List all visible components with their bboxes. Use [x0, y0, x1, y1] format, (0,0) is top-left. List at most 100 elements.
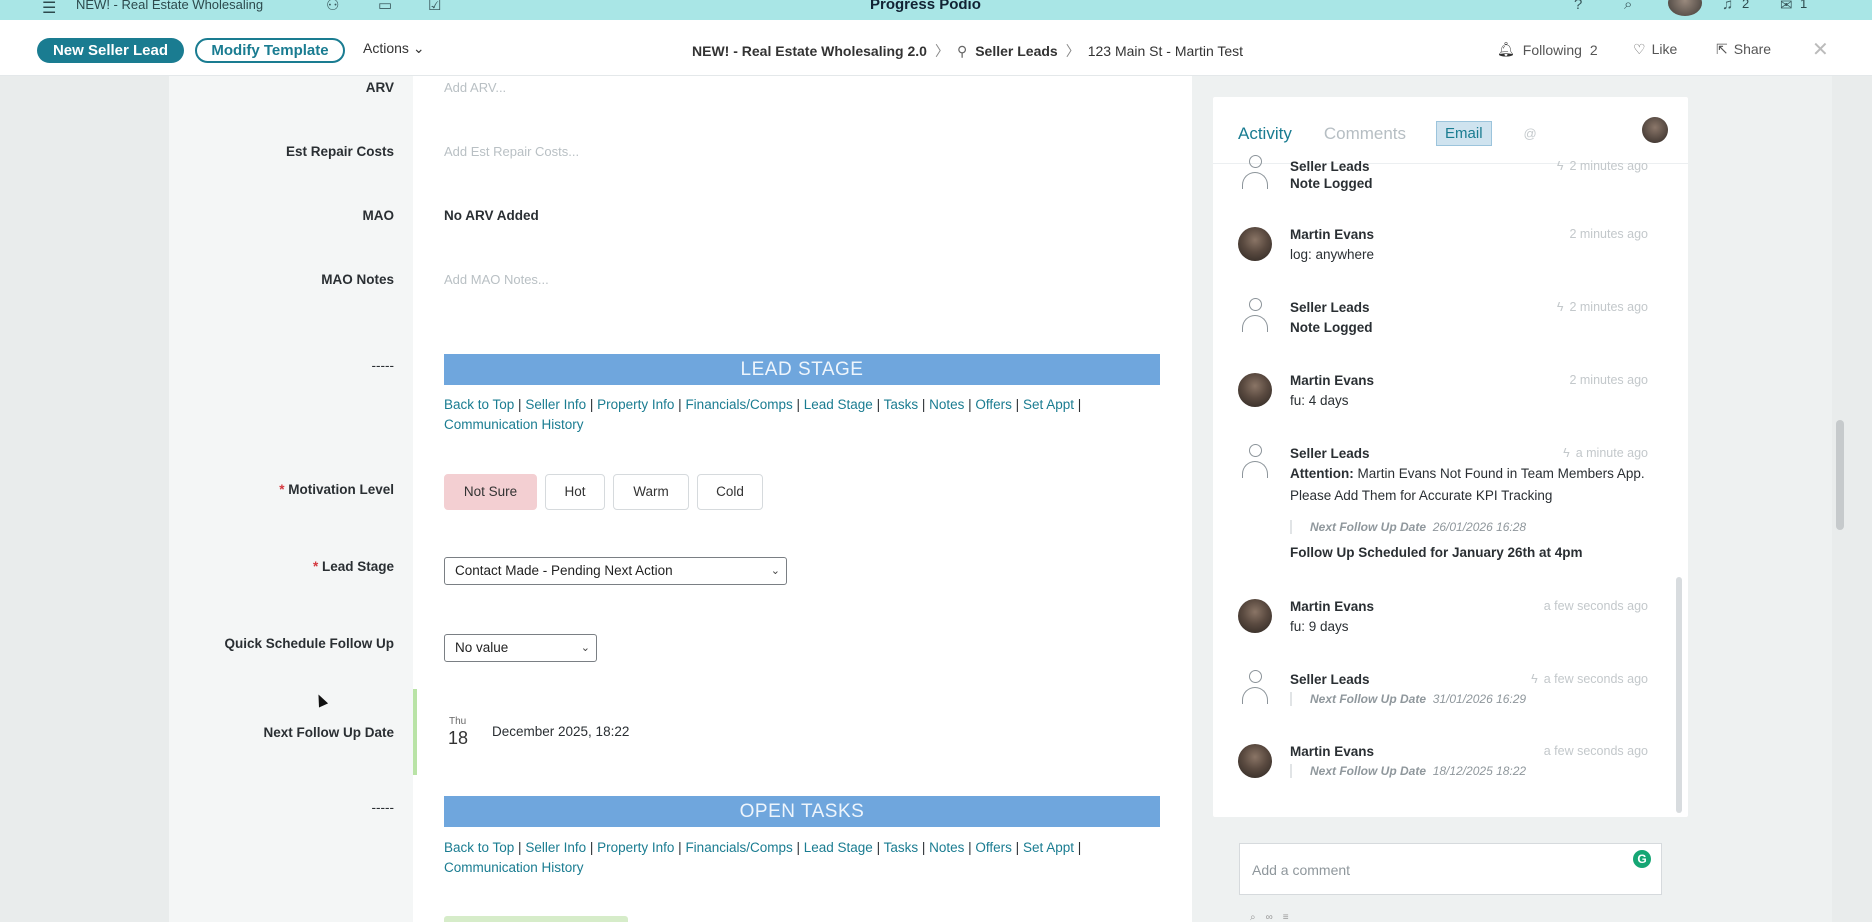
motivation-option-not-sure[interactable]: Not Sure [444, 474, 537, 510]
actions-dropdown[interactable]: Actions ⌄ [363, 40, 425, 57]
calendar-icon[interactable]: ▭ [378, 0, 392, 14]
breadcrumb-app[interactable]: Seller Leads [975, 43, 1058, 59]
activity-time-text: a few seconds ago [1543, 672, 1648, 686]
nav-link-communication-history[interactable]: Communication History [444, 417, 584, 432]
section-nav-links: Back to Top | Seller Info | Property Inf… [444, 840, 1082, 875]
avatar[interactable] [1642, 117, 1668, 143]
mao-label: MAO [362, 208, 395, 223]
help-icon[interactable]: ? [1574, 0, 1582, 13]
page-scrollbar[interactable] [1836, 420, 1844, 530]
nav-link-tasks[interactable]: Tasks [884, 397, 919, 412]
activity-author[interactable]: Seller Leads [1290, 300, 1370, 315]
nav-link-back-to-top[interactable]: Back to Top [444, 397, 514, 412]
nav-link-seller-info[interactable]: Seller Info [525, 397, 586, 412]
app-bot-avatar-icon [1240, 444, 1270, 482]
chevron-down-icon: ⌄ [580, 642, 590, 654]
nav-link-financials-comps[interactable]: Financials/Comps [685, 397, 792, 412]
page-margin [24, 76, 169, 922]
avatar[interactable] [1238, 227, 1272, 261]
activity-author[interactable]: Seller Leads [1290, 159, 1370, 174]
activity-author[interactable]: Martin Evans [1290, 599, 1374, 614]
comment-input[interactable]: Add a comment G [1239, 843, 1662, 895]
repair-costs-input[interactable]: Add Est Repair Costs... [444, 144, 579, 159]
quick-schedule-value: No value [455, 640, 509, 655]
activity-author[interactable]: Martin Evans [1290, 744, 1374, 759]
nav-link-lead-stage[interactable]: Lead Stage [804, 840, 873, 855]
nav-link-property-info[interactable]: Property Info [597, 397, 674, 412]
activity-author[interactable]: Seller Leads [1290, 446, 1370, 461]
mao-notes-input[interactable]: Add MAO Notes... [444, 272, 549, 287]
avatar[interactable] [1238, 744, 1272, 778]
lead-stage-label: * Lead Stage [313, 559, 394, 574]
like-label: Like [1651, 41, 1678, 57]
nav-link-back-to-top[interactable]: Back to Top [444, 840, 514, 855]
activity-time: a few seconds ago [1543, 744, 1648, 758]
tab-comments[interactable]: Comments [1324, 124, 1406, 144]
nav-link-communication-history[interactable]: Communication History [444, 860, 584, 875]
nav-link-set-appt[interactable]: Set Appt [1023, 397, 1074, 412]
quick-schedule-select[interactable]: No value ⌄ [444, 634, 597, 662]
close-icon[interactable]: ✕ [1812, 37, 1829, 62]
new-seller-lead-button[interactable]: New Seller Lead [37, 38, 184, 63]
nav-link-notes[interactable]: Notes [929, 840, 964, 855]
like-button[interactable]: ♡ Like [1633, 41, 1677, 58]
app-bot-avatar-icon [1240, 298, 1270, 336]
nav-link-financials-comps[interactable]: Financials/Comps [685, 840, 792, 855]
tab-email[interactable]: Email [1436, 121, 1492, 146]
nav-link-offers[interactable]: Offers [975, 840, 1012, 855]
nav-link-lead-stage[interactable]: Lead Stage [804, 397, 873, 412]
bolt-icon: ϟ [1563, 446, 1570, 460]
messages-icon[interactable]: ✉ [1780, 0, 1793, 14]
nav-link-set-appt[interactable]: Set Appt [1023, 840, 1074, 855]
motivation-option-warm[interactable]: Warm [613, 474, 689, 510]
tab-activity[interactable]: Activity [1238, 124, 1292, 144]
activity-message: Note Logged [1290, 176, 1373, 191]
avatar[interactable] [1238, 599, 1272, 633]
activity-time-text: a minute ago [1575, 446, 1648, 460]
search-icon[interactable]: ⌕ [1624, 0, 1632, 13]
nav-link-tasks[interactable]: Tasks [884, 840, 919, 855]
link-icon[interactable]: ∞ [1266, 912, 1283, 922]
grammarly-icon[interactable]: G [1633, 850, 1651, 868]
workspace-switcher[interactable]: NEW! - Real Estate Wholesaling [76, 0, 263, 12]
activity-author[interactable]: Martin Evans [1290, 373, 1374, 388]
podio-logo[interactable]: Progress Podio [870, 0, 981, 13]
activity-author[interactable]: Martin Evans [1290, 227, 1374, 242]
chevron-down-icon: ⌄ [770, 565, 780, 577]
following-button[interactable]: 🔔︎ Following 2 [1497, 41, 1598, 58]
user-avatar[interactable] [1668, 0, 1702, 16]
modify-template-button[interactable]: Modify Template [195, 38, 345, 63]
app-bot-avatar-icon [1240, 670, 1270, 708]
contacts-icon[interactable]: ⚇ [326, 0, 339, 14]
nav-link-notes[interactable]: Notes [929, 397, 964, 412]
required-marker: * [279, 482, 289, 497]
scrollbar-thumb[interactable] [1676, 577, 1682, 813]
motivation-option-hot[interactable]: Hot [545, 474, 605, 510]
bell-icon[interactable]: ♫ [1722, 0, 1733, 13]
avatar[interactable] [1238, 373, 1272, 407]
activity-time-text: 2 minutes ago [1569, 300, 1648, 314]
mention-icon[interactable]: @ [1524, 126, 1537, 141]
motivation-option-cold[interactable]: Cold [697, 474, 763, 510]
tasks-icon[interactable]: ☑ [428, 0, 441, 14]
list-icon[interactable]: ≡ [1283, 912, 1299, 922]
quote-value: 18/12/2025 18:22 [1432, 764, 1527, 778]
next-follow-up-value[interactable]: December 2025, 18:22 [492, 724, 629, 739]
top-navigation-bar: ☰ NEW! - Real Estate Wholesaling ⚇ ▭ ☑ P… [0, 0, 1872, 20]
activity-author[interactable]: Seller Leads [1290, 672, 1370, 687]
activity-time: ϟ 2 minutes ago [1557, 159, 1648, 173]
attach-icon[interactable]: ⌕ [1250, 912, 1266, 922]
following-label: Following [1522, 41, 1582, 58]
arv-input[interactable]: Add ARV... [444, 80, 506, 95]
breadcrumb-workspace[interactable]: NEW! - Real Estate Wholesaling 2.0 [692, 43, 927, 59]
hamburger-menu-icon[interactable]: ☰ [42, 0, 56, 18]
date-day: 18 [448, 728, 469, 748]
share-icon: ⇱ [1716, 41, 1728, 57]
nav-link-property-info[interactable]: Property Info [597, 840, 674, 855]
lead-stage-select[interactable]: Contact Made - Pending Next Action ⌄ [444, 557, 787, 585]
nav-link-offers[interactable]: Offers [975, 397, 1012, 412]
partially-visible-button[interactable] [444, 916, 628, 922]
share-button[interactable]: ⇱ Share [1716, 41, 1771, 58]
nav-link-seller-info[interactable]: Seller Info [525, 840, 586, 855]
activity-scrollbar[interactable] [1676, 167, 1682, 813]
